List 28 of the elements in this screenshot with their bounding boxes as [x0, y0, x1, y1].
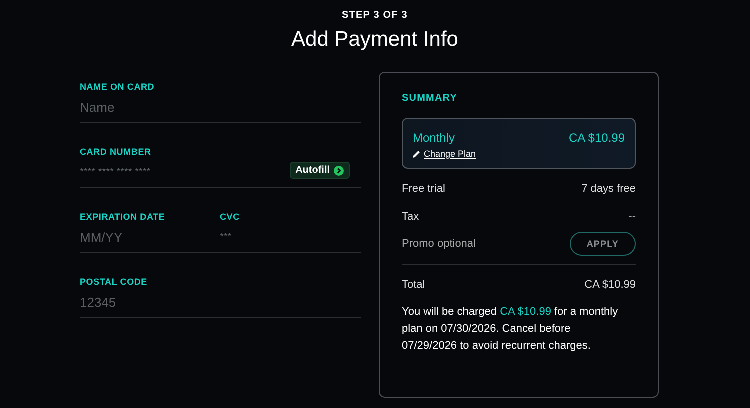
charge-notice: You will be charged CA $10.99 for a monthly plan on 07/30/2026. Cancel before 07/29/2026 to avoid recurrent charges.: [402, 305, 620, 354]
line-label: Free trial: [402, 183, 446, 195]
total-label: Total: [402, 279, 426, 291]
line-value: --: [628, 211, 636, 223]
apply-button[interactable]: APPLY: [570, 232, 636, 256]
autofill-button[interactable]: Autofill: [290, 162, 350, 179]
arrow-circle-icon: [334, 166, 344, 176]
change-plan-link[interactable]: Change Plan: [413, 149, 476, 159]
page-title: Add Payment Info: [292, 28, 458, 52]
line-value: 7 days free: [582, 183, 636, 195]
input-field[interactable]: MM/YY: [80, 228, 220, 246]
input-field[interactable]: 12345: [80, 293, 260, 311]
promo-field[interactable]: Promo optional: [402, 238, 542, 250]
line-label: Tax: [402, 211, 420, 223]
field-label: EXPIRATION DATE: [80, 212, 166, 222]
input-field[interactable]: **** **** **** ****: [80, 163, 260, 181]
field-label: NAME ON CARD: [80, 82, 156, 92]
field-label: CARD NUMBER: [80, 147, 152, 157]
plan-price: CA $10.99: [568, 131, 625, 145]
plan-name: Monthly: [413, 131, 456, 145]
total-value: CA $10.99: [584, 279, 636, 291]
pencil-icon: [413, 150, 421, 158]
input-field[interactable]: ***: [220, 228, 340, 246]
summary-heading: SUMMARY: [402, 93, 458, 104]
input-field[interactable]: Name: [80, 98, 260, 116]
step-indicator: STEP 3 OF 3: [342, 10, 408, 21]
field-label: CVC: [220, 212, 241, 222]
field-label: POSTAL CODE: [80, 277, 148, 287]
